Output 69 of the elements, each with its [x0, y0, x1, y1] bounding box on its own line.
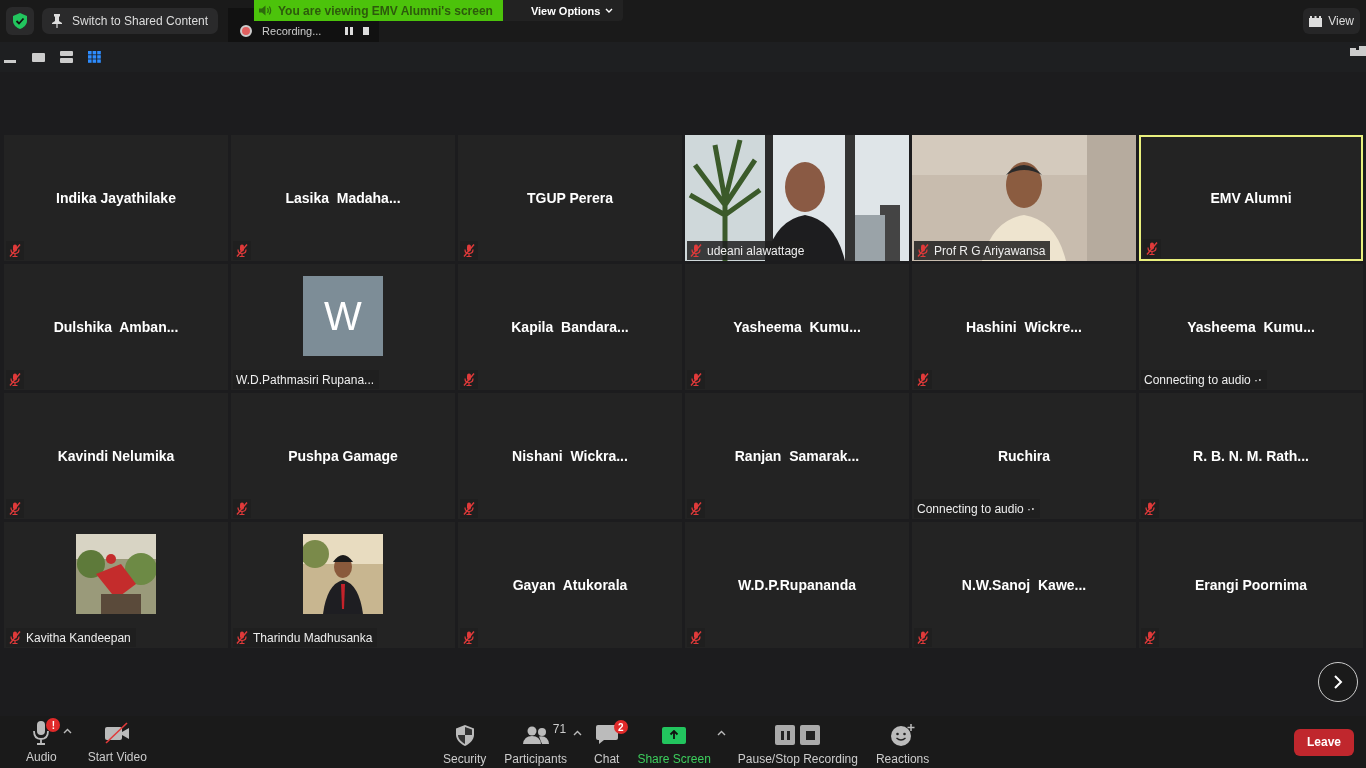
participant-name: Lasika Madaha...: [285, 190, 401, 206]
notification-badge: !: [46, 718, 61, 732]
view-button[interactable]: View: [1303, 8, 1360, 34]
recording-label: Recording...: [262, 25, 322, 37]
security-shield-icon[interactable]: [6, 7, 34, 35]
participant-name: R. B. N. M. Rath...: [1193, 448, 1309, 464]
stop-icon[interactable]: [363, 27, 370, 35]
participant-name: Ranjan Samarak...: [734, 448, 860, 464]
chevron-right-icon: [1333, 675, 1343, 689]
caret-icon[interactable]: [62, 728, 72, 734]
stop-icon: [800, 725, 821, 745]
speech-bubble-icon: [595, 725, 618, 745]
participant-name: W.D.Pathmasiri Rupana...: [236, 372, 375, 387]
banner-text: You are viewing EMV Alumni's screen: [278, 3, 493, 18]
participant-name: TGUP Perera: [526, 190, 614, 206]
audio-status: Connecting to audio ·⋅: [917, 501, 1036, 516]
people-icon: [522, 726, 549, 744]
toolbar-button[interactable]: 2 Chat: [588, 720, 626, 768]
caret-icon[interactable]: [573, 730, 583, 736]
participant-name: Pushpa Gamage: [288, 448, 398, 464]
participant-count: 71: [552, 722, 567, 736]
audio-status: Connecting to audio ·⋅: [1144, 372, 1263, 387]
layout-mode-icon[interactable]: [88, 51, 102, 63]
pause-icon: [775, 725, 796, 745]
participant-name: Kavindi Nelumika: [57, 448, 175, 464]
participant-name: Yasheema Kumu...: [733, 319, 861, 335]
record-dot-icon: [240, 25, 253, 37]
participant-name: N.W.Sanoj Kawe...: [961, 577, 1087, 593]
toolbar-button[interactable]: Security: [437, 720, 493, 768]
leave-button[interactable]: Leave: [1294, 728, 1354, 756]
pause-icon[interactable]: [345, 27, 354, 35]
participant-name: Hashini Wickre...: [966, 319, 1082, 335]
participant-name: EMV Alumni: [1210, 190, 1292, 206]
smiley-plus-icon: [890, 724, 915, 746]
camera-off-icon: [104, 722, 131, 744]
participant-name: Tharindu Madhusanka: [253, 630, 373, 645]
toolbar-button[interactable]: Start Video: [81, 718, 153, 766]
participant-name: Gayan Atukorala: [512, 577, 628, 593]
layout-mode-icon[interactable]: [60, 51, 74, 63]
participant-name: Yasheema Kumu...: [1187, 319, 1315, 335]
toolbar-button[interactable]: 71 Participants: [498, 720, 574, 768]
avatar-initial: W: [303, 276, 383, 356]
calendar-grid-icon: [1309, 15, 1323, 27]
speaker-icon: [259, 5, 272, 16]
caret-icon[interactable]: [716, 730, 726, 736]
participant-name: Kavitha Kandeepan: [26, 630, 131, 645]
notification-badge: 2: [613, 720, 628, 734]
minimize-video-icon[interactable]: [1350, 46, 1366, 56]
layout-mode-icon[interactable]: [32, 51, 46, 63]
participant-name: Nishani Wickra...: [512, 448, 628, 464]
participant-name: Erangi Poornima: [1195, 577, 1307, 593]
participant-name: Prof R G Ariyawansa: [934, 243, 1046, 258]
next-page-button[interactable]: [1318, 662, 1358, 702]
participant-name: Kapila Bandara...: [511, 319, 629, 335]
participant-name: W.D.P.Rupananda: [738, 577, 856, 593]
switch-to-shared-content-button[interactable]: Switch to Shared Content: [42, 8, 219, 34]
microphone-icon: [32, 721, 51, 745]
view-options-dropdown[interactable]: View Options: [502, 0, 624, 21]
toolbar-button[interactable]: Pause/Stop Recording: [731, 720, 864, 768]
participant-name: Dulshika Amban...: [53, 319, 179, 335]
shield-icon: [455, 724, 474, 746]
chevron-down-icon: [605, 8, 614, 13]
toolbar-button[interactable]: Reactions: [869, 720, 936, 768]
toolbar-button[interactable]: Share Screen: [631, 720, 717, 768]
participant-name: Ruchira: [997, 448, 1051, 464]
participant-name: Indika Jayathilake: [56, 190, 176, 206]
pin-icon: [52, 14, 62, 28]
participant-name: udeani alawattage: [707, 243, 805, 258]
toolbar-button[interactable]: ! Audio: [20, 718, 63, 766]
